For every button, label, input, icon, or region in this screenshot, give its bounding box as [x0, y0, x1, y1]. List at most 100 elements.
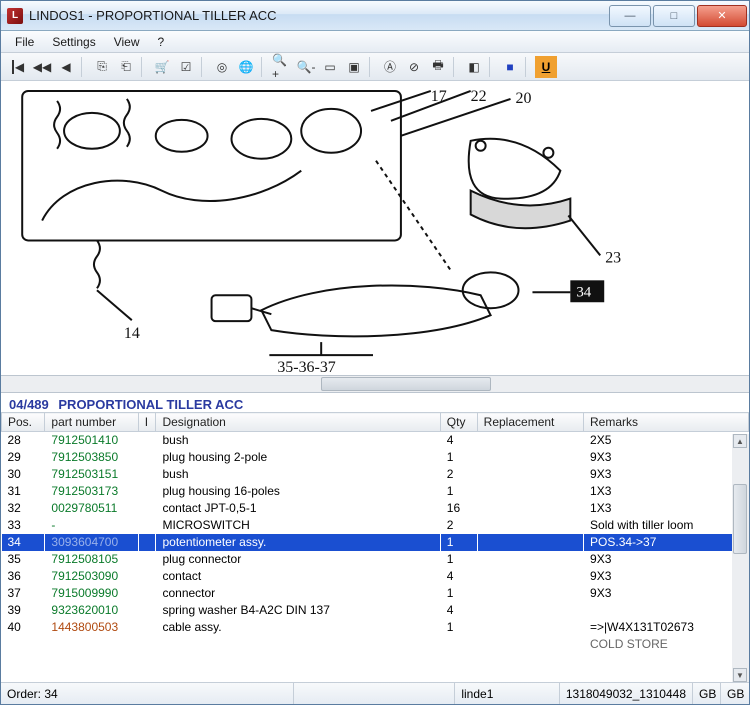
statusbar: Order: 34 linde1 1318049032_1310448 GB G…: [1, 682, 749, 704]
callout-20: 20: [516, 90, 532, 107]
zoom-in-icon[interactable]: 🔍+: [271, 56, 293, 78]
col-header[interactable]: Designation: [156, 413, 440, 432]
status-empty: [294, 683, 455, 704]
find-icon[interactable]: Ⓐ: [379, 56, 401, 78]
cart-icon[interactable]: 🛒: [151, 56, 173, 78]
cell: 9X3: [584, 551, 749, 568]
u-mark-icon[interactable]: U: [535, 56, 557, 78]
app-icon: L: [7, 8, 23, 24]
menu-view[interactable]: View: [106, 33, 148, 51]
cell: [477, 500, 583, 517]
check-icon[interactable]: ☑: [175, 56, 197, 78]
zoom-out-icon[interactable]: 🔍-: [295, 56, 317, 78]
part-number-cell: -: [45, 517, 138, 534]
callout-17: 17: [431, 88, 447, 105]
cell: [138, 551, 156, 568]
table-row[interactable]: 401443800503cable assy.1=>|W4X131T02673: [2, 619, 749, 636]
menu-settings[interactable]: Settings: [44, 33, 103, 51]
nav-icon[interactable]: ⊘: [403, 56, 425, 78]
cell: 32: [2, 500, 45, 517]
col-header[interactable]: Pos.: [2, 413, 45, 432]
table-row[interactable]: 307912503151bush29X3: [2, 466, 749, 483]
cell: [477, 517, 583, 534]
col-header[interactable]: Replacement: [477, 413, 583, 432]
part-number-cell: 1443800503: [45, 619, 138, 636]
flag-icon[interactable]: ◧: [463, 56, 485, 78]
blue-tile-icon[interactable]: ■: [499, 56, 521, 78]
maximize-button[interactable]: □: [653, 5, 695, 27]
cell: 9X3: [584, 585, 749, 602]
cell: 1: [440, 483, 477, 500]
table-row[interactable]: 287912501410bush42X5: [2, 432, 749, 449]
table-row[interactable]: 317912503173plug housing 16-poles11X3: [2, 483, 749, 500]
cell: 4: [440, 602, 477, 619]
cell: [477, 483, 583, 500]
cell: 2X5: [584, 432, 749, 449]
cell: [477, 466, 583, 483]
drawing-hscrollbar[interactable]: [1, 376, 749, 393]
cell: contact: [156, 568, 440, 585]
table-row[interactable]: 377915009990connector19X3: [2, 585, 749, 602]
cell: plug housing 16-poles: [156, 483, 440, 500]
cell: 31: [2, 483, 45, 500]
svg-text:34: 34: [576, 284, 591, 300]
target-icon[interactable]: ◎: [211, 56, 233, 78]
table-row[interactable]: 367912503090contact49X3: [2, 568, 749, 585]
cell: [477, 585, 583, 602]
parts-index: 04/489: [9, 397, 49, 412]
cell: =>|W4X131T02673: [584, 619, 749, 636]
first-icon[interactable]: ◀: [7, 56, 29, 78]
cell: 37: [2, 585, 45, 602]
table-row[interactable]: 343093604700potentiometer assy.1POS.34->…: [2, 534, 749, 551]
parts-table[interactable]: Pos.part numberIDesignationQtyReplacemen…: [1, 412, 749, 653]
menu-file[interactable]: File: [7, 33, 42, 51]
col-header[interactable]: part number: [45, 413, 138, 432]
table-row[interactable]: 297912503850plug housing 2-pole19X3: [2, 449, 749, 466]
fit-icon[interactable]: ▣: [343, 56, 365, 78]
vscroll-thumb[interactable]: [733, 484, 747, 554]
table-row[interactable]: COLD STORE: [2, 636, 749, 653]
col-header[interactable]: Remarks: [584, 413, 749, 432]
table-row[interactable]: 33-MICROSWITCH2Sold with tiller loom: [2, 517, 749, 534]
page-icon[interactable]: ▭: [319, 56, 341, 78]
col-header[interactable]: Qty: [440, 413, 477, 432]
parts-vscrollbar[interactable]: ▲ ▼: [732, 434, 749, 682]
titlebar[interactable]: L LINDOS1 - PROPORTIONAL TILLER ACC — □ …: [1, 1, 749, 31]
print-icon[interactable]: 🖶: [427, 56, 449, 78]
cell: [138, 585, 156, 602]
cell: contact JPT-0,5-1: [156, 500, 440, 517]
globe-icon[interactable]: 🌐: [235, 56, 257, 78]
status-doc: 1318049032_1310448: [560, 683, 693, 704]
table-row[interactable]: 320029780511contact JPT-0,5-1161X3: [2, 500, 749, 517]
cell: [477, 619, 583, 636]
table-row[interactable]: 399323620010spring washer B4-A2C DIN 137…: [2, 602, 749, 619]
scroll-down-icon[interactable]: ▼: [733, 668, 747, 682]
part-number-cell: 7912503151: [45, 466, 138, 483]
cell: POS.34->37: [584, 534, 749, 551]
table-row[interactable]: 357912508105plug connector19X3: [2, 551, 749, 568]
callout-34-highlight: 34: [570, 280, 604, 302]
drawing-pane[interactable]: 17 22 20 23 14 35-36-37 34: [1, 81, 749, 376]
status-order: Order: 34: [1, 683, 294, 704]
cell: [477, 432, 583, 449]
cell: [138, 432, 156, 449]
cell: [138, 568, 156, 585]
prev-icon[interactable]: ◀: [55, 56, 77, 78]
col-header[interactable]: I: [138, 413, 156, 432]
status-lang2: GB: [721, 683, 749, 704]
cell: connector: [156, 585, 440, 602]
prev-fast-icon[interactable]: ◀◀: [31, 56, 53, 78]
cell: [584, 602, 749, 619]
cell: spring washer B4-A2C DIN 137: [156, 602, 440, 619]
close-button[interactable]: ✕: [697, 5, 747, 27]
cell: 9X3: [584, 568, 749, 585]
paste-icon[interactable]: ⎗: [115, 56, 137, 78]
app-window: L LINDOS1 - PROPORTIONAL TILLER ACC — □ …: [0, 0, 750, 705]
cell: 1X3: [584, 483, 749, 500]
cell: [138, 483, 156, 500]
hscroll-thumb[interactable]: [321, 377, 491, 391]
copy-icon[interactable]: ⎘: [91, 56, 113, 78]
minimize-button[interactable]: —: [609, 5, 651, 27]
menu-q[interactable]: ?: [150, 33, 173, 51]
scroll-up-icon[interactable]: ▲: [733, 434, 747, 448]
